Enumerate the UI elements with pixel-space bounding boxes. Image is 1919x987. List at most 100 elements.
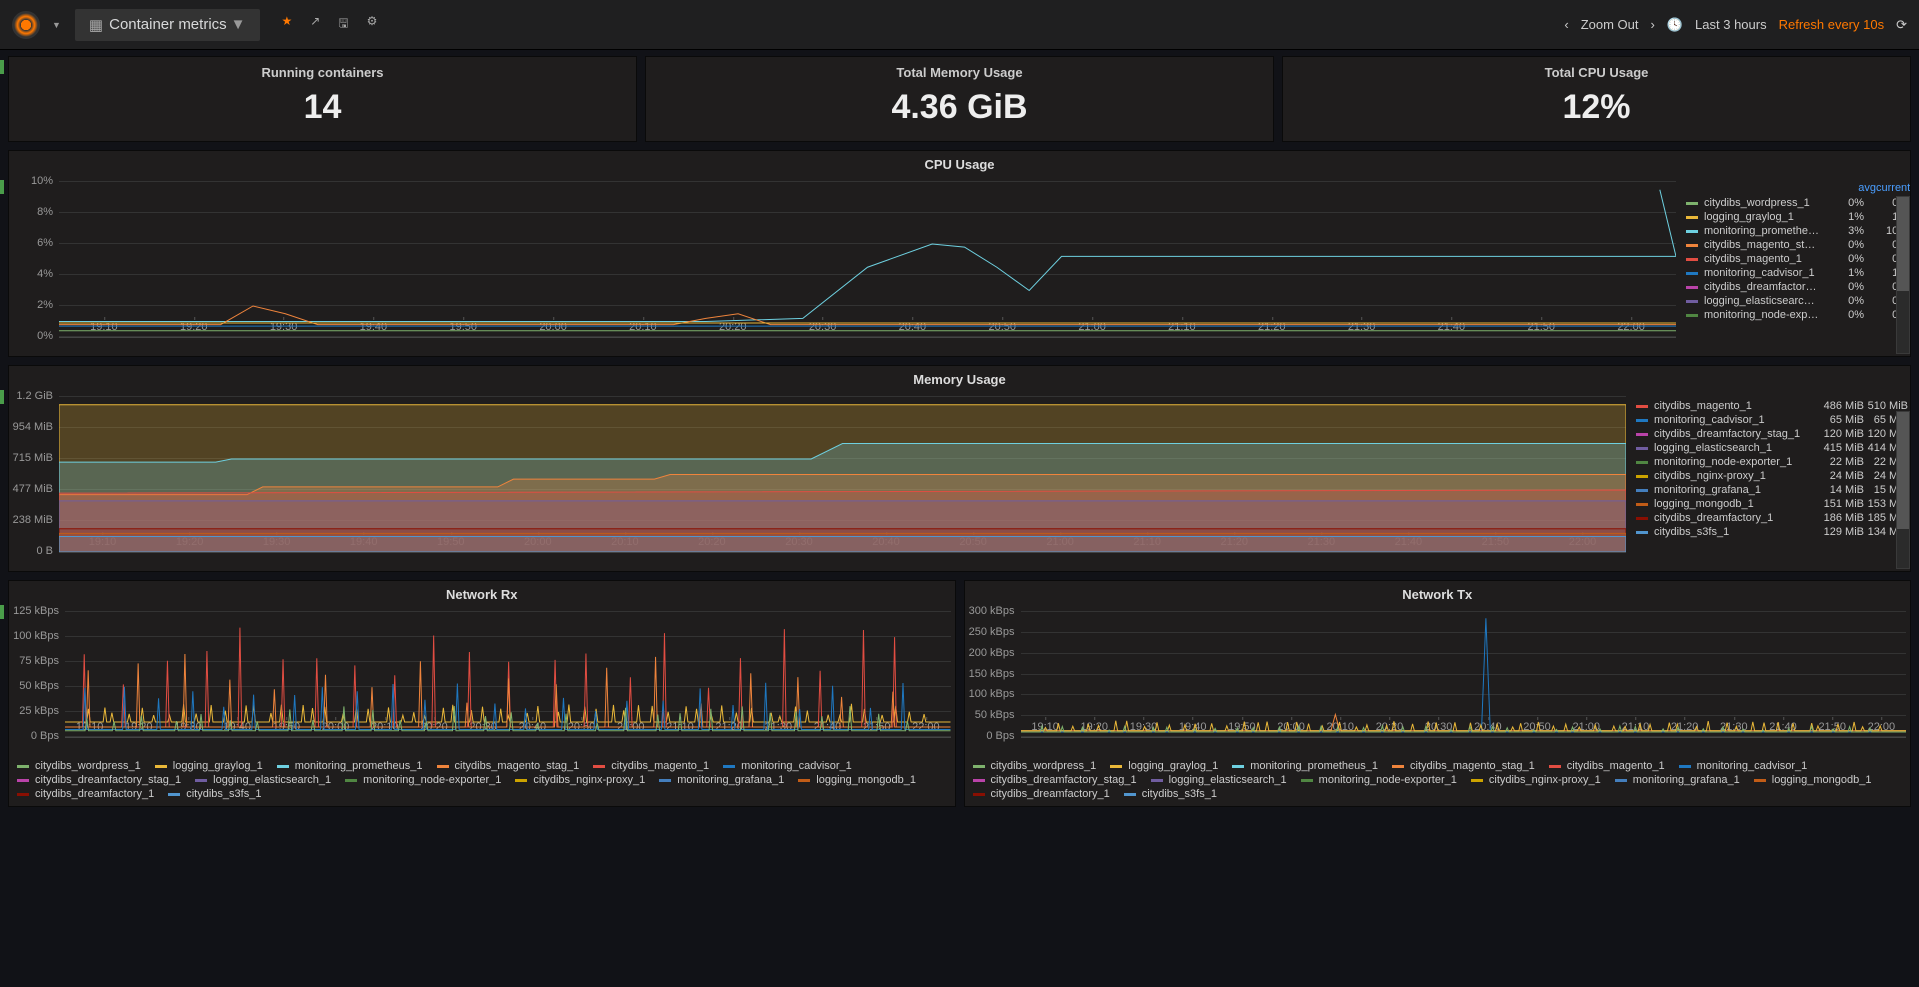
scrollbar[interactable]: [1896, 196, 1910, 354]
save-icon[interactable]: 🖫: [338, 14, 348, 35]
legend-item[interactable]: citydibs_magento_stag_1: [1392, 760, 1535, 772]
legend-item[interactable]: logging_graylog_1: [1110, 760, 1218, 772]
row-handle[interactable]: [0, 180, 4, 194]
legend-item[interactable]: monitoring_cadvisor_11%1%: [1686, 266, 1908, 280]
legend-item[interactable]: monitoring_grafana_114 MiB15 MiB: [1636, 483, 1908, 497]
legend-item[interactable]: monitoring_prometheus_1: [1232, 760, 1378, 772]
logo-dropdown-icon[interactable]: ▼: [52, 20, 61, 30]
top-nav: ▼ ▦ Container metrics ▼ ★ ↗ 🖫 ⚙ ‹ Zoom O…: [0, 0, 1919, 50]
dashboard-grid-icon: ▦: [89, 16, 103, 34]
legend-item[interactable]: citydibs_dreamfactory_1: [973, 788, 1110, 800]
network-tx-panel[interactable]: Network Tx 0 Bps50 kBps100 kBps150 kBps2…: [964, 580, 1912, 807]
legend-item[interactable]: citydibs_s3fs_1: [1124, 788, 1217, 800]
settings-icon[interactable]: ⚙: [367, 14, 378, 35]
legend-item[interactable]: monitoring_cadvisor_165 MiB65 MiB: [1636, 413, 1908, 427]
cpu-row: CPU Usage 0%2%4%6%8%10%19:1019:2019:3019…: [8, 150, 1911, 357]
chevron-down-icon: ▼: [231, 16, 246, 33]
legend-item[interactable]: monitoring_node-exporter_10%0%: [1686, 308, 1908, 322]
legend-item[interactable]: monitoring_prometheus_13%10%: [1686, 224, 1908, 238]
refresh-icon[interactable]: ⟳: [1896, 17, 1907, 33]
legend-item[interactable]: logging_mongodb_1: [1754, 774, 1872, 786]
network-rx-panel[interactable]: Network Rx 0 Bps25 kBps50 kBps75 kBps100…: [8, 580, 956, 807]
legend-item[interactable]: monitoring_node-exporter_1: [1301, 774, 1457, 786]
legend-item[interactable]: citydibs_magento_1: [1549, 760, 1665, 772]
legend-item[interactable]: logging_mongodb_1: [798, 774, 916, 786]
legend-item[interactable]: citydibs_magento_10%0%: [1686, 252, 1908, 266]
panel-title: Memory Usage: [9, 366, 1910, 393]
mem-legend[interactable]: citydibs_magento_1486 MiB510 MiBmonitori…: [1630, 393, 1910, 571]
cpu-plot[interactable]: 0%2%4%6%8%10%19:1019:2019:3019:4019:5020…: [9, 178, 1680, 356]
legend-item[interactable]: monitoring_grafana_1: [1615, 774, 1740, 786]
legend-item[interactable]: logging_elasticsearch_10%0%: [1686, 294, 1908, 308]
legend-item[interactable]: logging_elasticsearch_1: [195, 774, 331, 786]
stat-panel-containers[interactable]: Running containers 14: [8, 56, 637, 142]
stat-panel-cpu[interactable]: Total CPU Usage 12%: [1282, 56, 1911, 142]
legend-item[interactable]: monitoring_grafana_1: [659, 774, 784, 786]
rx-legend[interactable]: citydibs_wordpress_1logging_graylog_1mon…: [9, 756, 955, 806]
stats-row: Running containers 14 Total Memory Usage…: [8, 56, 1911, 142]
scrollbar[interactable]: [1896, 411, 1910, 569]
dashboard-picker[interactable]: ▦ Container metrics ▼: [75, 9, 260, 41]
grafana-logo-icon[interactable]: [12, 11, 40, 39]
chevron-left-icon[interactable]: ‹: [1564, 17, 1568, 32]
legend-item[interactable]: monitoring_node-exporter_1: [345, 774, 501, 786]
legend-item[interactable]: citydibs_s3fs_1: [168, 788, 261, 800]
share-icon[interactable]: ↗: [310, 14, 320, 35]
legend-item[interactable]: logging_elasticsearch_1415 MiB414 MiB: [1636, 441, 1908, 455]
tx-legend[interactable]: citydibs_wordpress_1logging_graylog_1mon…: [965, 756, 1911, 806]
legend-item[interactable]: monitoring_prometheus_1: [277, 760, 423, 772]
rx-plot[interactable]: 0 Bps25 kBps50 kBps75 kBps100 kBps125 kB…: [9, 608, 955, 756]
stat-value: 4.36 GiB: [646, 88, 1273, 127]
mem-plot[interactable]: 0 B238 MiB477 MiB715 MiB954 MiB1.2 GiB19…: [9, 393, 1630, 571]
dashboard-title: Container metrics: [109, 16, 227, 33]
row-handle[interactable]: [0, 390, 4, 404]
zoom-out-button[interactable]: Zoom Out: [1581, 17, 1639, 32]
legend-item[interactable]: citydibs_dreamfactory_1186 MiB185 MiB: [1636, 511, 1908, 525]
net-row: Network Rx 0 Bps25 kBps50 kBps75 kBps100…: [8, 580, 1911, 807]
legend-item[interactable]: citydibs_s3fs_1129 MiB134 MiB: [1636, 525, 1908, 539]
panel-title: CPU Usage: [9, 151, 1910, 178]
legend-item[interactable]: citydibs_dreamfactory_stag_1: [17, 774, 181, 786]
legend-item[interactable]: citydibs_nginx-proxy_1: [515, 774, 645, 786]
row-handle[interactable]: [0, 605, 4, 619]
legend-item[interactable]: citydibs_magento_stag_10%0%: [1686, 238, 1908, 252]
legend-item[interactable]: citydibs_dreamfactory_stag_1: [973, 774, 1137, 786]
legend-item[interactable]: logging_graylog_11%1%: [1686, 210, 1908, 224]
legend-item[interactable]: citydibs_magento_stag_1: [437, 760, 580, 772]
legend-item[interactable]: monitoring_cadvisor_1: [1679, 760, 1808, 772]
legend-item[interactable]: citydibs_wordpress_10%0%: [1686, 196, 1908, 210]
legend-item[interactable]: citydibs_wordpress_1: [973, 760, 1097, 772]
legend-item[interactable]: monitoring_node-exporter_122 MiB22 MiB: [1636, 455, 1908, 469]
stat-value: 12%: [1283, 88, 1910, 127]
panel-title: Network Rx: [9, 581, 955, 608]
legend-item[interactable]: monitoring_cadvisor_1: [723, 760, 852, 772]
time-controls: ‹ Zoom Out › 🕓 Last 3 hours Refresh ever…: [1564, 17, 1907, 33]
cpu-legend[interactable]: avgcurrent citydibs_wordpress_10%0%loggi…: [1680, 178, 1910, 356]
chevron-right-icon[interactable]: ›: [1651, 17, 1655, 32]
toolbar: ★ ↗ 🖫 ⚙: [282, 14, 378, 35]
legend-item[interactable]: logging_elasticsearch_1: [1151, 774, 1287, 786]
panel-title: Running containers: [9, 65, 636, 80]
legend-item[interactable]: citydibs_dreamfactory_stag_1120 MiB120 M…: [1636, 427, 1908, 441]
legend-item[interactable]: citydibs_dreamfactory_stag_10%0%: [1686, 280, 1908, 294]
memory-usage-panel[interactable]: Memory Usage 0 B238 MiB477 MiB715 MiB954…: [8, 365, 1911, 572]
tx-plot[interactable]: 0 Bps50 kBps100 kBps150 kBps200 kBps250 …: [965, 608, 1911, 756]
time-range-label[interactable]: Last 3 hours: [1695, 17, 1767, 32]
legend-item[interactable]: citydibs_dreamfactory_1: [17, 788, 154, 800]
legend-item[interactable]: citydibs_magento_1486 MiB510 MiB: [1636, 399, 1908, 413]
legend-item[interactable]: citydibs_nginx-proxy_124 MiB24 MiB: [1636, 469, 1908, 483]
panel-title: Network Tx: [965, 581, 1911, 608]
legend-item[interactable]: logging_graylog_1: [155, 760, 263, 772]
star-icon[interactable]: ★: [282, 14, 293, 35]
stat-value: 14: [9, 88, 636, 127]
legend-item[interactable]: citydibs_wordpress_1: [17, 760, 141, 772]
legend-item[interactable]: citydibs_nginx-proxy_1: [1471, 774, 1601, 786]
cpu-usage-panel[interactable]: CPU Usage 0%2%4%6%8%10%19:1019:2019:3019…: [8, 150, 1911, 357]
row-handle[interactable]: [0, 60, 4, 74]
panel-title: Total Memory Usage: [646, 65, 1273, 80]
stat-panel-memory[interactable]: Total Memory Usage 4.36 GiB: [645, 56, 1274, 142]
refresh-interval[interactable]: Refresh every 10s: [1779, 17, 1885, 32]
clock-icon: 🕓: [1667, 17, 1683, 33]
legend-item[interactable]: citydibs_magento_1: [593, 760, 709, 772]
legend-item[interactable]: logging_mongodb_1151 MiB153 MiB: [1636, 497, 1908, 511]
